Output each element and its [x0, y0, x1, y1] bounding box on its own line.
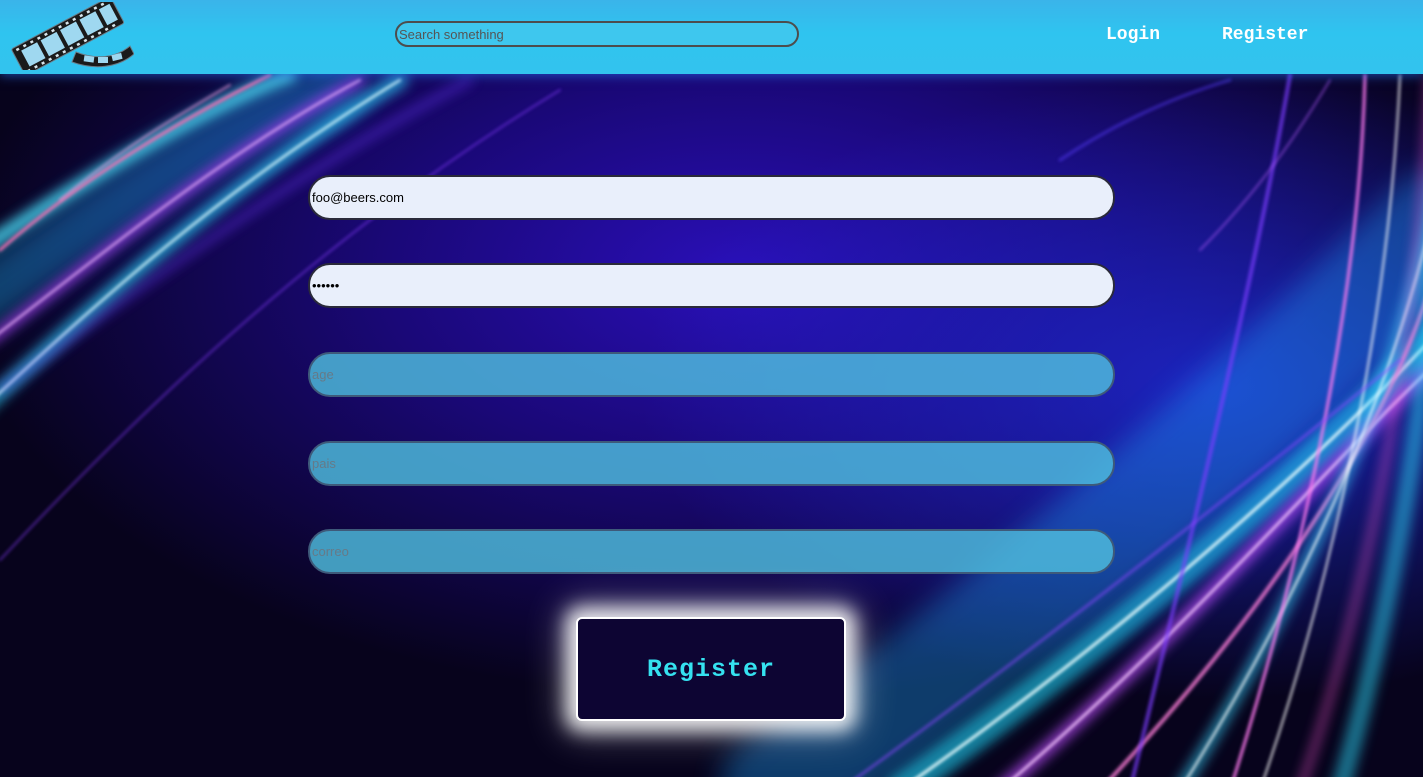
correo-field[interactable] — [308, 529, 1115, 574]
country-field[interactable] — [308, 441, 1115, 486]
age-field[interactable] — [308, 352, 1115, 397]
password-field[interactable] — [308, 263, 1115, 308]
nav-login-link[interactable]: Login — [1106, 25, 1160, 45]
top-navbar: Login Register — [0, 0, 1423, 74]
search-input[interactable] — [395, 21, 799, 47]
nav-register-link[interactable]: Register — [1222, 25, 1308, 45]
film-reel-icon[interactable] — [6, 2, 134, 70]
page: Login Register Register — [0, 0, 1423, 777]
email-field[interactable] — [308, 175, 1115, 220]
register-button[interactable]: Register — [576, 617, 846, 721]
